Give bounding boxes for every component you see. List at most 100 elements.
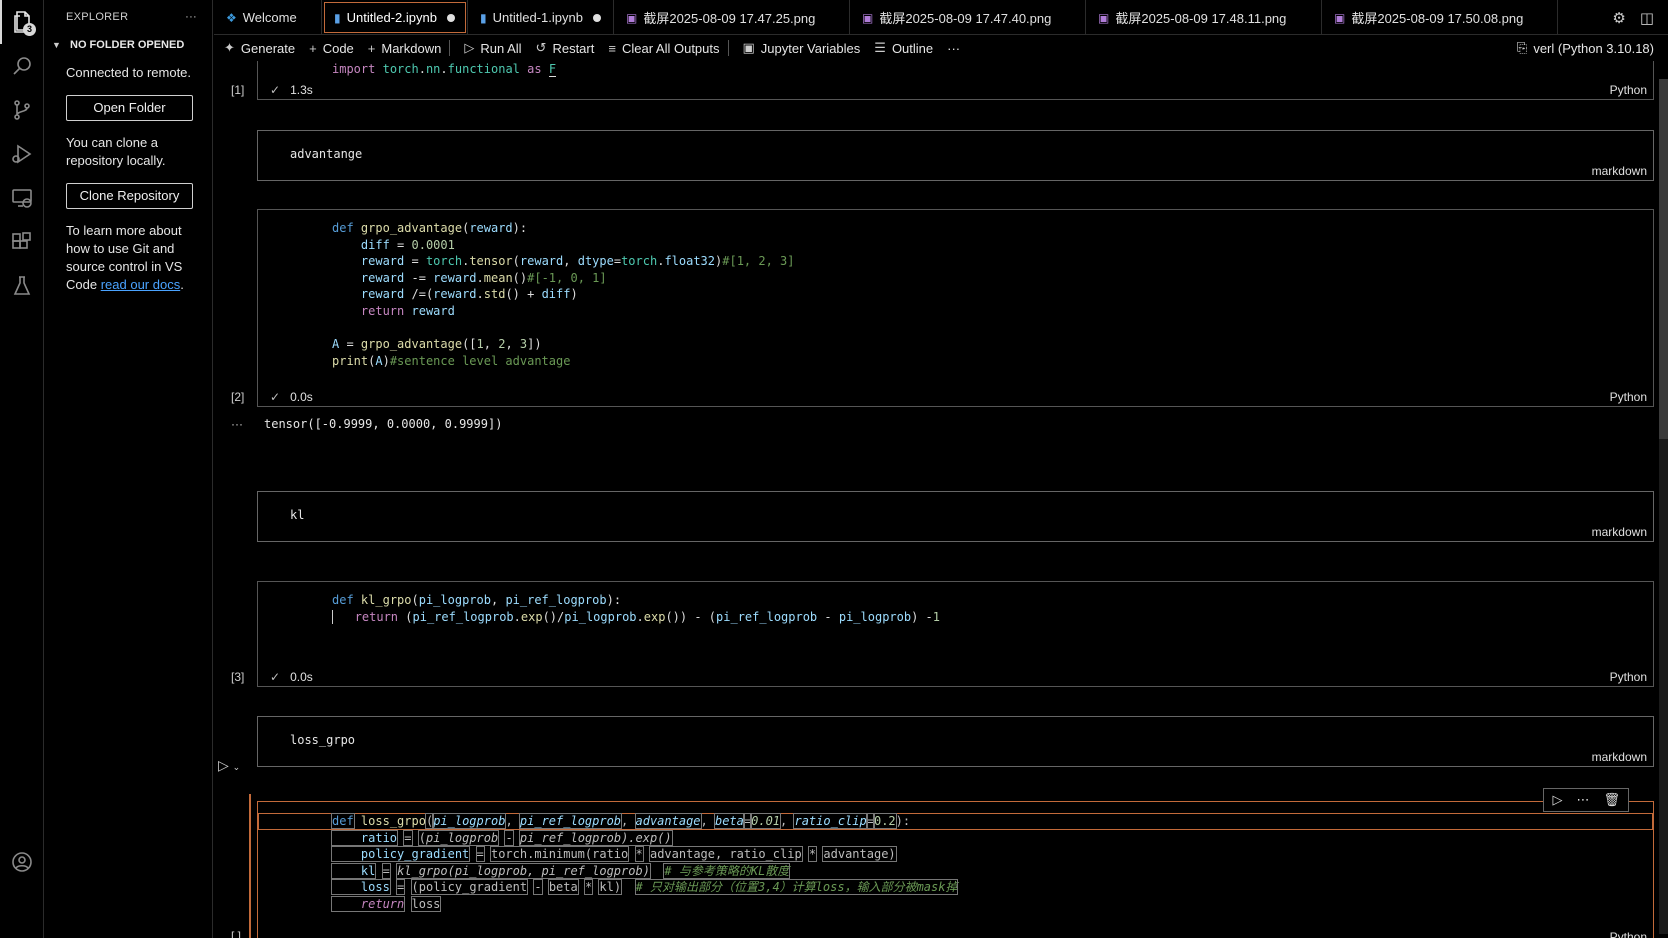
run-debug-icon[interactable] [0, 132, 44, 176]
focus-indicator [249, 794, 251, 938]
chevron-down-icon[interactable]: ⌄ [233, 762, 241, 772]
tab-screenshot-1[interactable]: ▣ 截屏2025-08-09 17.47.25.png [614, 0, 850, 35]
outline-button[interactable]: ☰ Outline [874, 40, 933, 56]
explorer-icon[interactable]: 3 [0, 0, 44, 44]
add-markdown-button[interactable]: + Markdown [368, 41, 442, 56]
tab-label: 截屏2025-08-09 17.50.08.png [1351, 11, 1524, 26]
clone-text: You can clone a repository locally. [66, 135, 166, 168]
run-cell-button[interactable]: ▷ ⌄ [218, 757, 240, 774]
check-icon: ✓ [270, 390, 281, 404]
execution-count: [1] [231, 83, 245, 97]
run-by-line-icon[interactable]: ▷ [1552, 792, 1562, 808]
plus-icon: + [367, 40, 376, 56]
learn-more-text: To learn more about how to use Git and s… [45, 222, 212, 294]
cell-language[interactable]: markdown [1592, 750, 1647, 764]
clone-repository-button[interactable]: Clone Repository [66, 183, 193, 209]
code-cell-4-focused[interactable]: ▷ ⋯ 🗑 def loss_grpo(pi_logprob, pi_ref_l… [249, 788, 1654, 938]
vscode-icon: ❖ [226, 10, 237, 25]
kernel-label: verl (Python 3.10.18) [1533, 40, 1654, 56]
more-icon[interactable]: ⋯ [1576, 792, 1589, 808]
kernel-icon: ⎘ [1516, 40, 1528, 55]
scrollbar-thumb[interactable] [1659, 79, 1668, 439]
markdown-text: loss_grpo [290, 733, 356, 747]
markdown-text: advantange [290, 147, 363, 161]
cell-language[interactable]: Python [1610, 670, 1647, 684]
tab-screenshot-2[interactable]: ▣ 截屏2025-08-09 17.47.40.png [850, 0, 1086, 35]
variables-label: Jupyter Variables [760, 40, 861, 56]
unsaved-dot-icon[interactable] [446, 13, 455, 22]
tab-screenshot-4[interactable]: ▣ 截屏2025-08-09 17.50.08.png [1322, 0, 1558, 35]
markdown-cell-loss-grpo[interactable]: loss_grpo markdown [257, 716, 1654, 767]
exec-time: 0.0s [290, 670, 313, 684]
more-actions-button[interactable]: ··· [947, 41, 960, 56]
plus-icon: + [309, 40, 317, 56]
run-all-button[interactable]: ▷ Run All [464, 40, 521, 56]
image-icon: ▣ [1098, 10, 1110, 25]
output-more-icon[interactable]: ··· [231, 417, 243, 431]
cell-code[interactable]: def loss_grpo(pi_logprob, pi_ref_logprob… [330, 813, 959, 913]
cell-code[interactable]: def grpo_advantage(reward): diff = 0.000… [332, 220, 795, 369]
account-icon[interactable] [0, 840, 44, 884]
cell-language[interactable]: Python [1610, 390, 1647, 404]
cell-code[interactable]: import torch.nn.functional as F [332, 61, 557, 78]
toolbar-divider [727, 40, 729, 56]
cell-language[interactable]: markdown [1592, 525, 1647, 539]
explorer-more-icon[interactable]: ··· [185, 11, 197, 23]
cell-language[interactable]: markdown [1592, 164, 1647, 178]
restart-button[interactable]: ↺ Restart [536, 40, 595, 56]
variables-icon: ▣ [742, 40, 755, 55]
cell-language[interactable]: Python [1610, 83, 1647, 97]
code-cell-1[interactable]: import torch.nn.functional as F Python [257, 61, 1654, 100]
vertical-scrollbar[interactable] [1659, 79, 1668, 934]
cell-code[interactable]: def kl_grpo(pi_logprob, pi_ref_logprob):… [332, 592, 940, 625]
notebook-icon: ▮ [480, 10, 487, 25]
settings-gear-icon[interactable]: ⚙ [1612, 9, 1625, 27]
list-icon: ☰ [874, 40, 886, 55]
cell-language[interactable]: Python [1610, 930, 1647, 938]
image-icon: ▣ [1334, 10, 1346, 25]
chevron-down-icon: ▼ [52, 40, 61, 50]
markdown-text: kl [290, 508, 305, 522]
unsaved-dot-icon[interactable] [592, 13, 601, 22]
markdown-cell-advantage[interactable]: advantange markdown [257, 130, 1654, 181]
restart-icon: ↺ [535, 40, 547, 55]
remote-explorer-icon[interactable] [0, 176, 44, 220]
add-code-button[interactable]: + Code [309, 41, 354, 56]
tab-untitled-2[interactable]: ▮ Untitled-2.ipynb [322, 0, 468, 35]
outline-label: Outline [891, 40, 934, 56]
code-label: Code [322, 40, 354, 56]
delete-cell-icon[interactable]: 🗑 [1603, 792, 1620, 808]
generate-button[interactable]: ✦ Generate [224, 40, 295, 56]
search-icon[interactable] [0, 44, 44, 88]
clear-icon: ≡ [608, 40, 616, 56]
source-control-icon[interactable] [0, 88, 44, 132]
explorer-header: EXPLORER ··· [45, 0, 212, 34]
editor-actions: ⚙ ◫ [1612, 0, 1654, 35]
check-icon: ✓ [270, 670, 281, 684]
tab-untitled-1[interactable]: ▮ Untitled-1.ipynb [468, 0, 614, 35]
run-all-label: Run All [480, 40, 522, 56]
testing-icon[interactable] [0, 264, 44, 308]
exec-time: 1.3s [290, 83, 313, 97]
check-icon: ✓ [270, 83, 281, 97]
explorer-title: EXPLORER [66, 11, 129, 23]
extensions-icon[interactable] [0, 220, 44, 264]
editor-tab-bar: ❖ Welcome ▮ Untitled-2.ipynb ▮ Untitled-… [214, 0, 1668, 35]
image-icon: ▣ [862, 10, 874, 25]
notebook-toolbar: ✦ Generate + Code + Markdown ▷ Run All ↺ Rest… [214, 35, 1668, 61]
tab-screenshot-3[interactable]: ▣ 截屏2025-08-09 17.48.11.png [1086, 0, 1322, 35]
read-docs-link[interactable]: read our docs [101, 277, 181, 292]
kernel-picker[interactable]: ⎘ verl (Python 3.10.18) [1517, 35, 1654, 61]
clear-outputs-button[interactable]: ≡ Clear All Outputs [608, 41, 719, 56]
notebook-icon: ▮ [334, 10, 341, 25]
execution-status: ✓ 1.3s [270, 83, 313, 97]
open-folder-button[interactable]: Open Folder [66, 95, 193, 121]
no-folder-section[interactable]: ▼ NO FOLDER OPENED [45, 34, 212, 56]
generate-label: Generate [240, 40, 296, 56]
markdown-cell-kl[interactable]: kl markdown [257, 491, 1654, 542]
code-cell-3[interactable]: def kl_grpo(pi_logprob, pi_ref_logprob):… [257, 581, 1654, 687]
tab-welcome[interactable]: ❖ Welcome [214, 0, 322, 35]
code-cell-2[interactable]: def grpo_advantage(reward): diff = 0.000… [257, 209, 1654, 407]
jupyter-variables-button[interactable]: ▣ Jupyter Variables [743, 40, 861, 56]
split-editor-icon[interactable]: ◫ [1640, 9, 1654, 27]
